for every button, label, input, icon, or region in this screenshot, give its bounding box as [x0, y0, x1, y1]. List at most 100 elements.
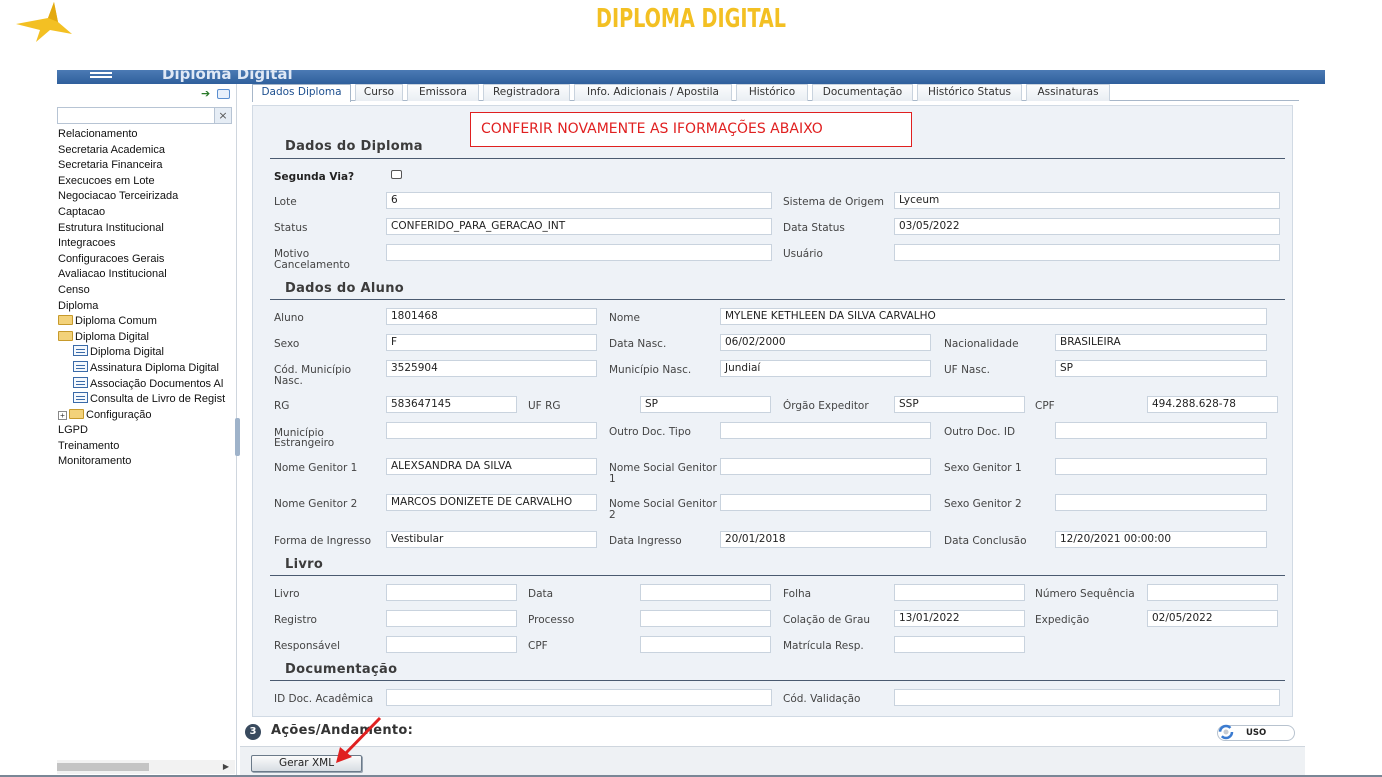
tab-curso[interactable]: Curso — [355, 84, 403, 101]
nome-social-genitor1-field[interactable] — [720, 458, 931, 475]
lote-field[interactable]: 6 — [386, 192, 772, 209]
sidebar-item[interactable]: Avaliacao Institucional — [58, 267, 236, 283]
sexo-genitor1-field[interactable] — [1055, 458, 1267, 475]
aluno-field[interactable]: 1801468 — [386, 308, 597, 325]
forma-ingresso-field[interactable]: Vestibular — [386, 531, 597, 548]
sidebar-toolbar: ➔ — [57, 87, 235, 101]
uf-rg-field[interactable]: SP — [640, 396, 771, 413]
nacionalidade-label: Nacionalidade — [944, 338, 1019, 350]
tab-assinaturas[interactable]: Assinaturas — [1026, 84, 1110, 101]
nacionalidade-field[interactable]: BRASILEIRA — [1055, 334, 1267, 351]
usuario-field[interactable] — [894, 244, 1280, 261]
data-field[interactable] — [640, 584, 771, 601]
sidebar-item-configuracao[interactable]: + Configuração — [58, 408, 236, 424]
sidebar-search-input[interactable]: × — [57, 107, 232, 124]
sidebar-subitem[interactable]: Assinatura Diploma Digital — [58, 360, 236, 377]
data-conclusao-field[interactable]: 12/20/2021 00:00:00 — [1055, 531, 1267, 548]
tab-historico-status[interactable]: Histórico Status — [917, 84, 1022, 101]
sidebar-item-label: Consulta de Livro de Regist — [90, 393, 226, 406]
scroll-right-icon[interactable]: ▶ — [223, 760, 229, 774]
genitor2-field[interactable]: MARCOS DONIZETE DE CARVALHO — [386, 494, 597, 511]
uf-rg-label: UF RG — [528, 400, 561, 412]
data-ingresso-field[interactable]: 20/01/2018 — [720, 531, 931, 548]
sexo-genitor1-label: Sexo Genitor 1 — [944, 462, 1022, 474]
data-status-field[interactable]: 03/05/2022 — [894, 218, 1280, 235]
colacao-grau-field[interactable]: 13/01/2022 — [894, 610, 1025, 627]
outro-doc-id-field[interactable] — [1055, 422, 1267, 439]
section-divider — [270, 680, 1285, 681]
sistema-origem-field[interactable]: Lyceum — [894, 192, 1280, 209]
id-doc-academica-field[interactable] — [386, 689, 772, 706]
responsavel-label: Responsável — [274, 640, 340, 652]
municipio-estrangeiro-field[interactable] — [386, 422, 597, 439]
cod-municipio-field[interactable]: 3525904 — [386, 360, 597, 377]
uso-toggle[interactable]: USO — [1217, 724, 1295, 741]
orgao-expeditor-field[interactable]: SSP — [894, 396, 1025, 413]
outro-doc-tipo-field[interactable] — [720, 422, 931, 439]
numero-sequencia-field[interactable] — [1147, 584, 1278, 601]
status-field[interactable]: CONFERIDO_PARA_GERACAO_INT — [386, 218, 772, 235]
tab-historico[interactable]: Histórico — [736, 84, 808, 101]
nome-social-genitor2-field[interactable] — [720, 494, 931, 511]
responsavel-field[interactable] — [386, 636, 517, 653]
processo-label: Processo — [528, 614, 575, 626]
expand-plus-icon[interactable]: + — [58, 410, 67, 420]
sidebar-resize-handle[interactable] — [235, 418, 240, 456]
sexo-field[interactable]: F — [386, 334, 597, 351]
collapse-panel-icon[interactable] — [217, 89, 230, 99]
genitor1-field[interactable]: ALEXSANDRA DA SILVA — [386, 458, 597, 475]
motivo-cancelamento-field[interactable] — [386, 244, 772, 261]
scrollbar-thumb[interactable] — [57, 763, 149, 771]
sidebar-subitem[interactable]: Consulta de Livro de Regist — [58, 392, 236, 408]
sidebar-item[interactable]: Execucoes em Lote — [58, 174, 236, 190]
expedicao-field[interactable]: 02/05/2022 — [1147, 610, 1278, 627]
matricula-resp-field[interactable] — [894, 636, 1025, 653]
cpf-field[interactable]: 494.288.628-78 — [1147, 396, 1278, 413]
sidebar-item[interactable]: Monitoramento — [58, 454, 236, 470]
clear-search-icon[interactable]: × — [214, 108, 231, 123]
tab-documentacao[interactable]: Documentação — [812, 84, 913, 101]
tab-dados-diploma[interactable]: Dados Diploma — [252, 84, 351, 102]
registro-field[interactable] — [386, 610, 517, 627]
sidebar-item-diploma[interactable]: Diploma — [58, 299, 236, 315]
sidebar-item[interactable]: Secretaria Academica — [58, 143, 236, 159]
sidebar-subitem[interactable]: Associação Documentos Al — [58, 376, 236, 393]
tab-emissora[interactable]: Emissora — [407, 84, 479, 101]
nome-field[interactable]: MYLENE KETHLEEN DA SILVA CARVALHO — [720, 308, 1267, 325]
sidebar-item[interactable]: Estrutura Institucional — [58, 221, 236, 237]
sidebar-item[interactable]: Captacao — [58, 205, 236, 221]
sidebar-item-diploma-comum[interactable]: Diploma Comum — [58, 314, 236, 330]
hamburger-menu-icon[interactable] — [90, 72, 112, 82]
livro-field[interactable] — [386, 584, 517, 601]
cod-municipio-label-line2: Nasc. — [274, 375, 303, 387]
folder-icon — [69, 408, 84, 419]
sidebar-item[interactable]: Secretaria Financeira — [58, 158, 236, 174]
section-title-diploma: Dados do Diploma — [285, 139, 423, 154]
sidebar-item[interactable]: Negociacao Terceirizada — [58, 189, 236, 205]
sidebar-item[interactable]: Integracoes — [58, 236, 236, 252]
tab-registradora[interactable]: Registradora — [483, 84, 570, 101]
folha-field[interactable] — [894, 584, 1025, 601]
sidebar-item[interactable]: Configuracoes Gerais — [58, 252, 236, 268]
nome-social-genitor2-label-line2: 2 — [609, 509, 616, 521]
sidebar-item[interactable]: Treinamento — [58, 439, 236, 455]
sexo-genitor2-field[interactable] — [1055, 494, 1267, 511]
sidebar-item-diploma-digital[interactable]: Diploma Digital — [58, 330, 236, 346]
sidebar-item[interactable]: LGPD — [58, 423, 236, 439]
cpf-responsavel-field[interactable] — [640, 636, 771, 653]
folder-open-icon — [58, 330, 73, 341]
section-divider — [270, 299, 1285, 300]
tab-info-adicionais[interactable]: Info. Adicionais / Apostila — [574, 84, 732, 101]
uf-nasc-field[interactable]: SP — [1055, 360, 1267, 377]
segunda-via-checkbox[interactable] — [391, 170, 402, 179]
sidebar-horizontal-scrollbar[interactable]: ▶ — [57, 760, 235, 774]
refresh-arrow-icon[interactable]: ➔ — [201, 88, 213, 100]
data-nasc-field[interactable]: 06/02/2000 — [720, 334, 931, 351]
sidebar-item[interactable]: Relacionamento — [58, 127, 236, 143]
sidebar-item[interactable]: Censo — [58, 283, 236, 299]
sidebar-subitem[interactable]: Diploma Digital — [58, 345, 236, 361]
rg-field[interactable]: 583647145 — [386, 396, 517, 413]
processo-field[interactable] — [640, 610, 771, 627]
cod-validacao-field[interactable] — [894, 689, 1280, 706]
municipio-nasc-field[interactable]: Jundiaí — [720, 360, 931, 377]
